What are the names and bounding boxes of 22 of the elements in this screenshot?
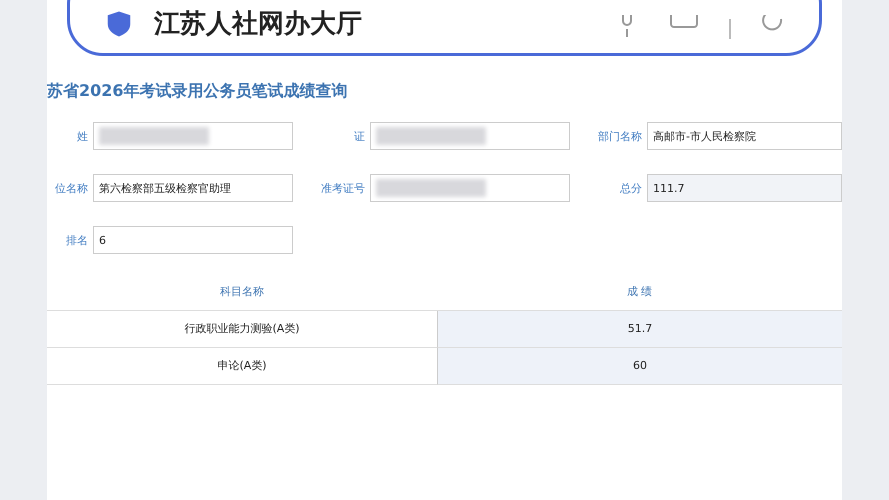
- field-label: 位名称: [54, 180, 88, 196]
- field-label: 排名: [65, 232, 88, 248]
- input-field[interactable]: [370, 122, 570, 150]
- table-cell: 行政职业能力测验(A类): [47, 311, 437, 348]
- page-title: 苏省2026年考试录用公务员笔试成绩查询: [47, 81, 349, 102]
- table-cell: 60: [437, 348, 842, 385]
- input-field[interactable]: 第六检察部五级检察官助理: [93, 174, 293, 202]
- field-label: 部门名称: [597, 128, 642, 144]
- input-field[interactable]: 6: [93, 226, 293, 254]
- input-field[interactable]: 高邮市-市人民检察院: [647, 122, 842, 150]
- table-cell: 申论(A类): [47, 348, 437, 385]
- input-field[interactable]: [93, 122, 293, 150]
- search-bar[interactable]: 江苏人社网办大厅: [67, 0, 822, 56]
- field-label: 姓: [76, 128, 88, 144]
- field-label: 证: [353, 128, 365, 144]
- field-label: 总分: [619, 180, 642, 196]
- table-cell: 51.7: [437, 311, 842, 348]
- input-field[interactable]: [370, 174, 570, 202]
- column-header: 科目名称: [47, 274, 437, 311]
- search-text: 江苏人社网办大厅: [154, 11, 362, 37]
- field-label: 准考证号: [320, 180, 365, 196]
- input-field[interactable]: 111.7: [647, 174, 842, 202]
